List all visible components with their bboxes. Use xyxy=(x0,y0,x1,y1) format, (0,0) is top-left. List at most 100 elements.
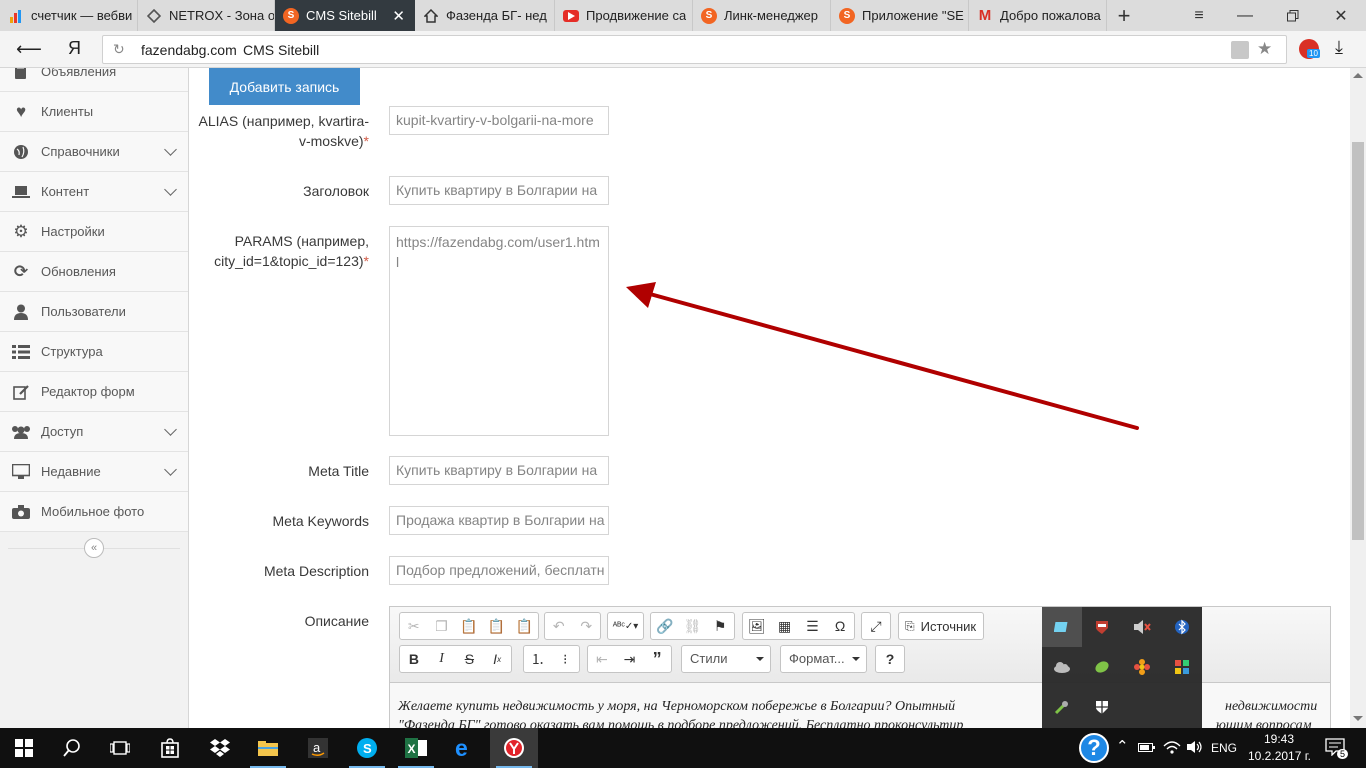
spellcheck-icon[interactable]: ᴬᴮᶜ✓▾ xyxy=(608,613,643,639)
cloud-icon[interactable] xyxy=(1042,647,1082,687)
volume-icon[interactable] xyxy=(1186,739,1204,758)
tab-netrox[interactable]: NETROX - Зона о xyxy=(138,0,275,31)
sidebar-item-struktura[interactable]: Структура xyxy=(0,332,188,372)
add-record-button[interactable]: Добавить запись xyxy=(209,68,360,105)
new-tab-button[interactable]: + xyxy=(1107,0,1141,31)
numbered-list-icon[interactable]: ⒈ xyxy=(524,646,552,672)
page-scrollbar[interactable] xyxy=(1350,68,1366,728)
sidebar-item-klienty[interactable]: ♥ Клиенты xyxy=(0,92,188,132)
tab-fazenda[interactable]: Фазенда БГ- нед xyxy=(415,0,555,31)
search-icon[interactable] xyxy=(48,728,96,768)
tab-schetchik[interactable]: счетчик — вебви xyxy=(0,0,138,31)
close-window-icon[interactable]: ✕ xyxy=(1318,0,1364,31)
scroll-down-icon[interactable] xyxy=(1353,716,1363,721)
unlink-icon[interactable]: ⛓ xyxy=(679,613,707,639)
help-button[interactable]: ? xyxy=(876,646,904,672)
blockquote-icon[interactable]: ” xyxy=(643,646,671,672)
alias-input[interactable]: kupit-kvartiry-v-bolgarii-na-more xyxy=(389,106,609,135)
reload-icon[interactable]: ↻ xyxy=(113,41,125,58)
table-icon[interactable]: ▦ xyxy=(771,613,799,639)
yandex-logo[interactable]: Я xyxy=(68,38,81,59)
antivirus-shield-icon[interactable] xyxy=(1082,607,1122,647)
dropbox-icon[interactable] xyxy=(196,728,244,768)
clock-date[interactable]: 10.2.2017 г. xyxy=(1248,749,1311,763)
undo-icon[interactable]: ↶ xyxy=(545,613,573,639)
tab-prilozhenie[interactable]: S Приложение "SE xyxy=(831,0,969,31)
task-view-icon[interactable] xyxy=(96,728,144,768)
bold-icon[interactable]: B xyxy=(400,646,428,672)
anchor-flag-icon[interactable]: ⚑ xyxy=(706,613,734,639)
defender-shield-icon[interactable] xyxy=(1082,687,1122,727)
sidebar-item-obnovleniya[interactable]: ⟳ Обновления xyxy=(0,252,188,292)
menu-icon[interactable]: ≡ xyxy=(1176,0,1222,31)
cut-icon[interactable]: ✂ xyxy=(400,613,428,639)
clock-time[interactable]: 19:43 xyxy=(1264,732,1294,746)
meta-keywords-input[interactable]: Продажа квартир в Болгарии на xyxy=(389,506,609,535)
url-field[interactable]: ↻ fazendabg.com CMS Sitebill ★ xyxy=(102,35,1287,64)
meta-description-input[interactable]: Подбор предложений, бесплатн xyxy=(389,556,609,585)
input-language[interactable]: ENG xyxy=(1211,741,1237,755)
styles-dropdown[interactable]: Стили xyxy=(681,645,771,673)
link-icon[interactable]: 🔗 xyxy=(651,613,679,639)
tray-app-icon[interactable] xyxy=(1042,607,1082,647)
yandex-browser-icon[interactable] xyxy=(490,728,538,768)
format-dropdown[interactable]: Формат... xyxy=(780,645,867,673)
collapse-sidebar-button[interactable]: « xyxy=(84,538,104,558)
tab-gmail[interactable]: M Добро пожалова xyxy=(969,0,1107,31)
show-hidden-icons-chevron-icon[interactable]: ⌃ xyxy=(1116,737,1129,755)
indent-icon[interactable]: ⇥ xyxy=(616,646,644,672)
file-explorer-icon[interactable] xyxy=(244,728,292,768)
horizontal-line-icon[interactable]: ☰ xyxy=(799,613,827,639)
excel-icon[interactable]: X xyxy=(392,728,440,768)
italic-icon[interactable]: I xyxy=(428,646,456,672)
leaf-app-icon[interactable] xyxy=(1082,647,1122,687)
download-icon[interactable]: ⤓ xyxy=(1335,37,1343,58)
tab-cms-sitebill[interactable]: S CMS Sitebill ✕ xyxy=(275,0,415,31)
paste-text-icon[interactable]: 📋 xyxy=(483,613,511,639)
start-button[interactable] xyxy=(0,728,48,768)
outdent-icon[interactable]: ⇤ xyxy=(588,646,616,672)
edge-icon[interactable]: e xyxy=(441,728,489,768)
grid-app-icon[interactable] xyxy=(1162,647,1202,687)
sidebar-item-obyavleniya[interactable]: Объявления xyxy=(0,68,188,92)
flower-app-icon[interactable] xyxy=(1122,647,1162,687)
maximize-icon[interactable]: ⤢ xyxy=(862,613,890,639)
params-textarea[interactable]: https://fazendabg.com/user1.html xyxy=(389,226,609,436)
speaker-muted-icon[interactable] xyxy=(1122,607,1162,647)
paste-icon[interactable]: 📋 xyxy=(455,613,483,639)
minimize-icon[interactable]: — xyxy=(1222,0,1268,31)
back-arrow-icon[interactable]: ⟵ xyxy=(16,39,42,60)
bluetooth-icon[interactable] xyxy=(1162,607,1202,647)
title-input[interactable]: Купить квартиру в Болгарии на xyxy=(389,176,609,205)
remove-format-icon[interactable]: Ix xyxy=(483,646,511,672)
special-char-icon[interactable]: Ω xyxy=(826,613,854,639)
tool-app-icon[interactable] xyxy=(1042,687,1082,727)
restore-icon[interactable] xyxy=(1270,0,1316,31)
amazon-icon[interactable]: a xyxy=(294,728,342,768)
store-icon[interactable] xyxy=(146,728,194,768)
paste-word-icon[interactable]: 📋 xyxy=(510,613,538,639)
sidebar-item-kontent[interactable]: Контент xyxy=(0,172,188,212)
sidebar-item-spravochniki[interactable]: Справочники xyxy=(0,132,188,172)
scroll-thumb[interactable] xyxy=(1352,142,1364,540)
meta-title-input[interactable]: Купить квартиру в Болгарии на xyxy=(389,456,609,485)
close-tab-icon[interactable]: ✕ xyxy=(392,7,405,25)
bookmark-star-icon[interactable]: ★ xyxy=(1257,39,1272,59)
extension-icon[interactable]: 10 xyxy=(1299,39,1320,59)
sidebar-item-redaktor-form[interactable]: Редактор форм xyxy=(0,372,188,412)
battery-icon[interactable] xyxy=(1138,740,1156,756)
wifi-icon[interactable] xyxy=(1163,739,1181,758)
tab-link-manager[interactable]: S Линк-менеджер xyxy=(693,0,831,31)
sidebar-item-nastroyki[interactable]: ⚙ Настройки xyxy=(0,212,188,252)
sidebar-item-mobilnoe-foto[interactable]: Мобильное фото xyxy=(0,492,188,532)
image-icon[interactable]: 🖼 xyxy=(743,613,771,639)
sidebar-item-nedavnie[interactable]: Недавние xyxy=(0,452,188,492)
lock-icon[interactable] xyxy=(1231,41,1249,59)
strike-icon[interactable]: S xyxy=(456,646,484,672)
help-tray-icon[interactable]: ? xyxy=(1079,733,1109,763)
scroll-up-icon[interactable] xyxy=(1353,73,1363,78)
sidebar-item-polzovateli[interactable]: Пользователи xyxy=(0,292,188,332)
copy-icon[interactable]: ❐ xyxy=(428,613,456,639)
skype-icon[interactable]: S xyxy=(343,728,391,768)
source-button[interactable]: ⎘ Источник xyxy=(898,612,984,640)
